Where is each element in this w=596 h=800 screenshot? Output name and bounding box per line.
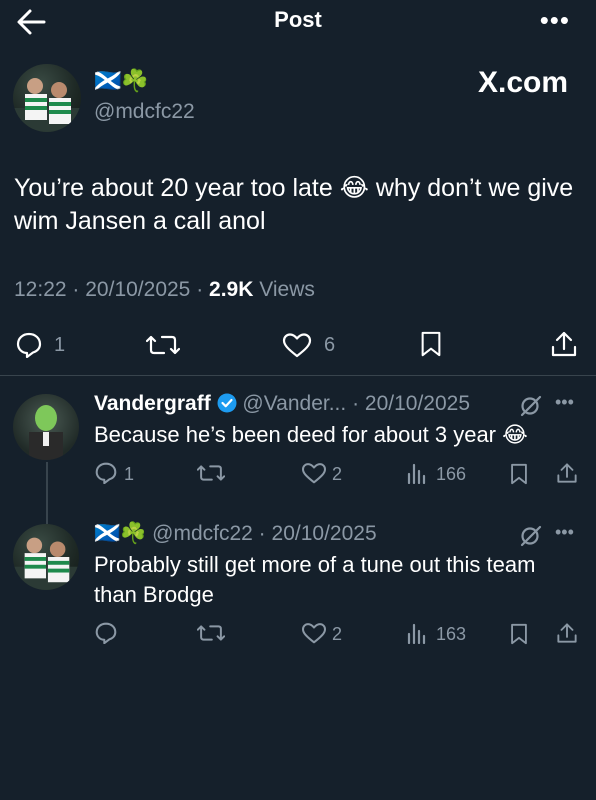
display-name[interactable]: Vandergraff <box>94 392 211 415</box>
reply-count: 1 <box>124 464 135 484</box>
reply-date: 20/10/2025 <box>364 392 471 415</box>
page-title: Post <box>274 7 322 32</box>
reply-count: 1 <box>54 334 66 356</box>
reply-icon[interactable] <box>95 622 117 644</box>
like-count: 2 <box>332 464 343 484</box>
reply-action-bar: 2 163 <box>0 620 596 648</box>
like-count: 2 <box>332 624 343 644</box>
like-count: 6 <box>324 334 336 356</box>
watermark: X.com <box>477 66 568 99</box>
user-flags: 🏴󠁧󠁢󠁳󠁣󠁴󠁿☘️ <box>94 522 147 545</box>
reply-text: Probably still get more of a tune out th… <box>94 552 536 607</box>
post-action-bar: 1 6 <box>0 328 596 362</box>
view-count: 163 <box>436 624 467 644</box>
avatar[interactable] <box>13 524 79 590</box>
like-icon[interactable] <box>301 462 327 484</box>
reply-icon[interactable] <box>95 462 117 484</box>
repost-icon[interactable] <box>197 622 225 644</box>
more-options-icon[interactable]: ••• <box>555 522 574 543</box>
repost-icon[interactable] <box>197 462 225 484</box>
thread-connector <box>46 462 48 524</box>
more-options-icon[interactable]: ••• <box>555 392 574 413</box>
views-icon[interactable] <box>406 462 428 484</box>
post-time: 12:22 <box>14 278 67 301</box>
post-text: You’re about 20 year too late 😂 why don’… <box>14 174 574 235</box>
reply-action-bar: 1 2 166 <box>0 460 596 488</box>
like-icon[interactable] <box>301 622 327 644</box>
repost-icon[interactable] <box>146 332 180 358</box>
avatar[interactable] <box>13 64 81 132</box>
bookmark-icon[interactable] <box>418 331 444 357</box>
reply-text: Because he’s been deed for about 3 year … <box>94 422 528 447</box>
share-icon[interactable] <box>550 330 578 358</box>
reply-icon[interactable] <box>16 332 42 358</box>
verified-badge-icon <box>217 393 237 413</box>
grok-icon[interactable] <box>518 524 544 548</box>
post-date: 20/10/2025 <box>85 278 191 301</box>
views-count: 2.9K <box>209 278 254 301</box>
avatar[interactable] <box>13 394 79 460</box>
share-icon[interactable] <box>556 461 578 485</box>
reply-header: Vandergraff @Vander... · 20/10/2025 <box>94 392 471 415</box>
share-icon[interactable] <box>556 621 578 645</box>
user-handle[interactable]: @mdcfc22 <box>152 522 253 545</box>
grok-icon[interactable] <box>518 394 544 418</box>
bookmark-icon[interactable] <box>509 462 529 486</box>
views-icon[interactable] <box>406 622 428 644</box>
divider <box>0 375 596 376</box>
bookmark-icon[interactable] <box>509 622 529 646</box>
views-label: Views <box>259 278 315 301</box>
reply-header: 🏴󠁧󠁢󠁳󠁣󠁴󠁿☘️ @mdcfc22 · 20/10/2025 <box>94 522 377 545</box>
post-meta: 12:22 · 20/10/2025 · 2.9K Views <box>14 278 315 301</box>
user-flags: 🏴󠁧󠁢󠁳󠁣󠁴󠁿☘️ <box>94 68 149 93</box>
reply-date: 20/10/2025 <box>271 522 377 545</box>
user-handle[interactable]: @Vander... <box>242 392 346 415</box>
like-icon[interactable] <box>282 332 312 358</box>
top-bar: Post ••• <box>0 0 596 44</box>
more-options-icon[interactable]: ••• <box>540 7 570 33</box>
user-handle[interactable]: @mdcfc22 <box>94 100 195 124</box>
view-count: 166 <box>436 464 467 484</box>
